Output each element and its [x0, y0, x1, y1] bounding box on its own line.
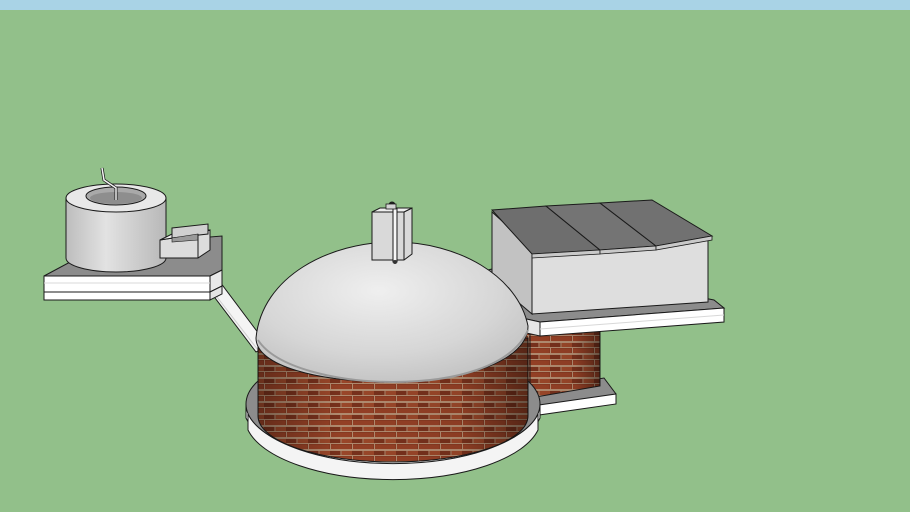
gas-pipe-icon	[392, 207, 398, 263]
gas-outlet-chimney[interactable]	[371, 201, 413, 264]
sky-band	[0, 0, 910, 10]
3d-model-viewport[interactable]	[0, 0, 910, 512]
biogas-plant-scene[interactable]	[0, 0, 910, 512]
